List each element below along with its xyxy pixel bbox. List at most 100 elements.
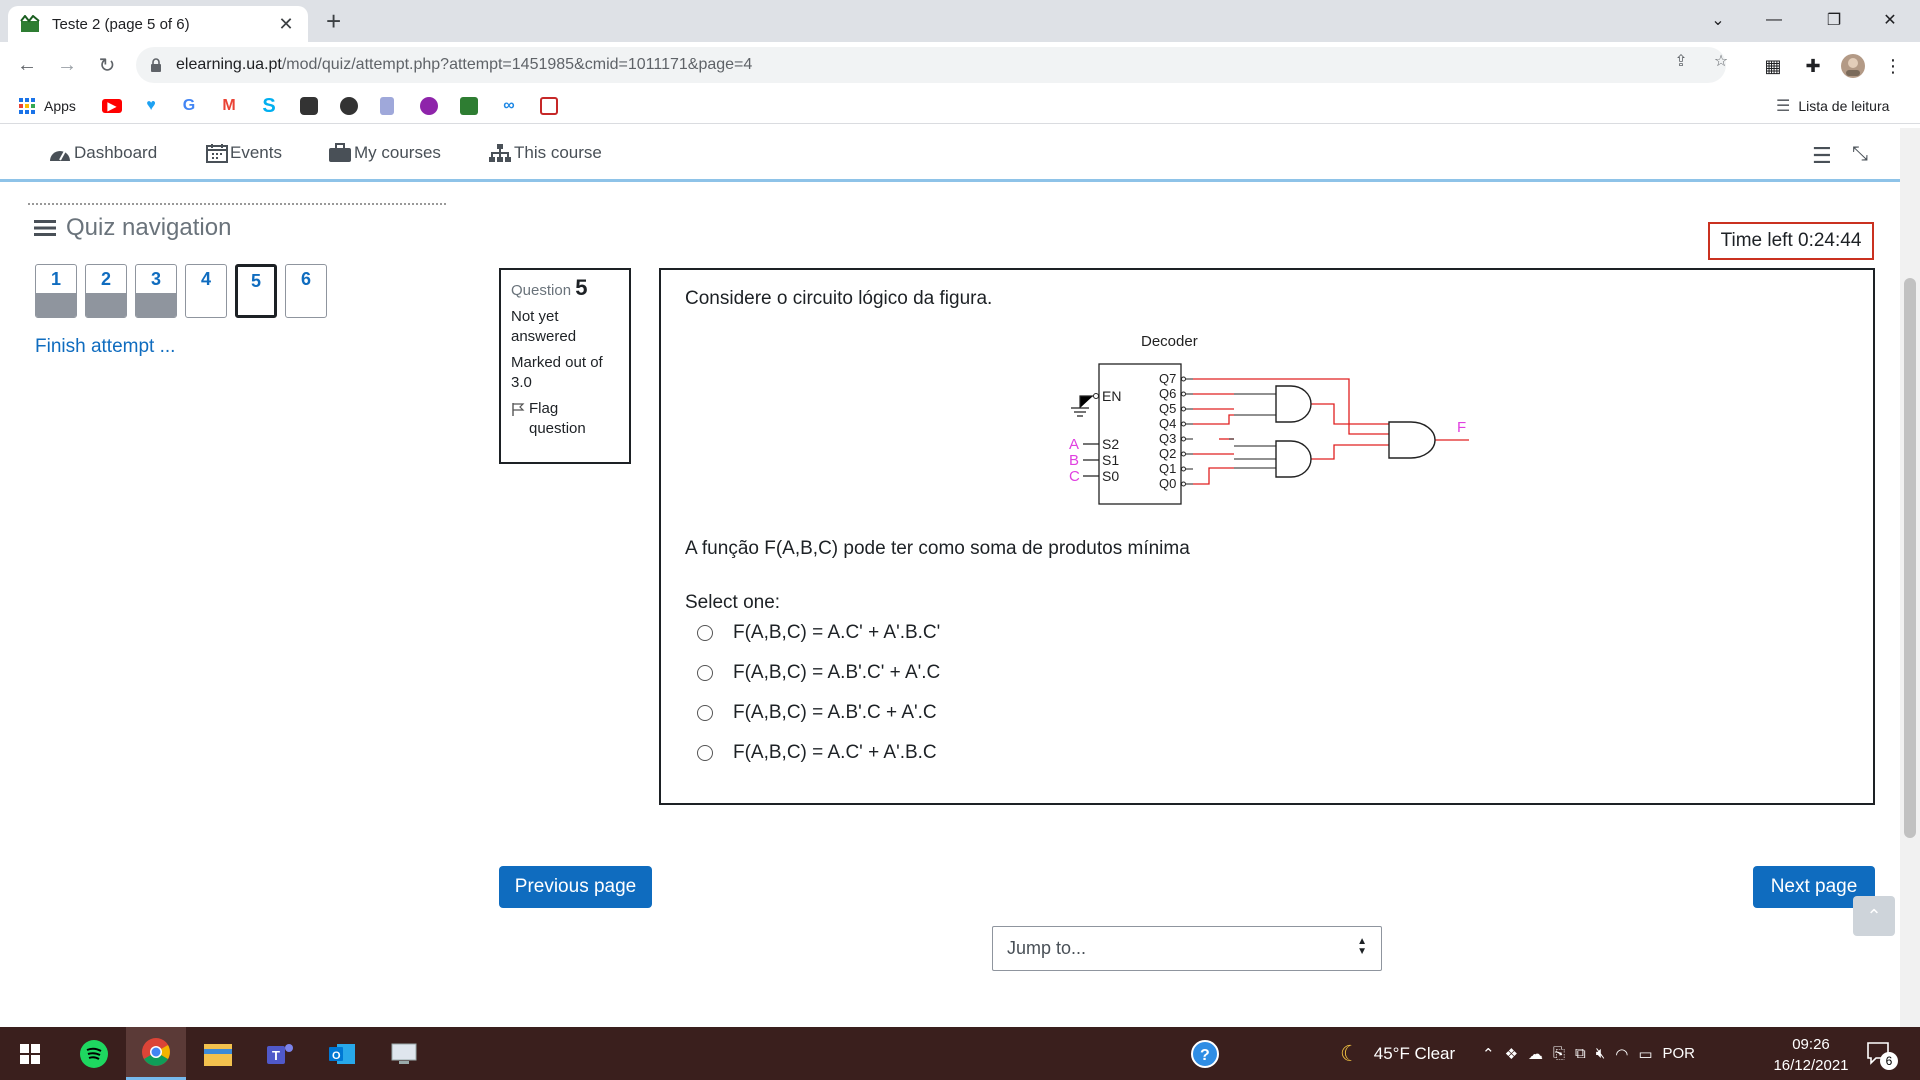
- bookmark-podcast[interactable]: [420, 96, 438, 116]
- monitor-icon: [391, 1043, 417, 1064]
- bookmark-skype[interactable]: S: [260, 95, 278, 117]
- cloud-icon[interactable]: ☁: [1528, 1045, 1543, 1063]
- help-icon[interactable]: ?: [1190, 1027, 1220, 1080]
- page-scrollbar[interactable]: [1900, 128, 1920, 1028]
- bookmark-colors[interactable]: [340, 96, 358, 116]
- chevron-up-icon: ⌃: [1866, 905, 1882, 926]
- nav-this-course[interactable]: This course: [488, 143, 602, 163]
- bot-icon: [300, 97, 318, 115]
- moodle-icon: [460, 97, 478, 115]
- browser-tab[interactable]: Teste 2 (page 5 of 6) ✕: [8, 6, 308, 42]
- profile-avatar[interactable]: [1840, 53, 1866, 79]
- taskbar-chrome[interactable]: [126, 1027, 186, 1080]
- bookmark-bot[interactable]: [300, 96, 318, 116]
- taskbar-teams[interactable]: T: [250, 1027, 310, 1080]
- quiz-nav-question-3[interactable]: 3: [135, 264, 177, 318]
- radio-button[interactable]: [697, 745, 713, 761]
- logic-circuit-diagram: Decoder EN A B C S2 S1 S0 Q7 Q6 Q5 Q4 Q3…: [1069, 333, 1469, 505]
- sitemap-icon: [489, 144, 511, 162]
- reload-icon[interactable]: ↻: [92, 50, 122, 80]
- device-icon[interactable]: ⎘: [1553, 1045, 1565, 1062]
- system-tray-icons[interactable]: ⌃ ❖ ☁ ⎘ ⧉ 🔇︎ ◠ ▭ POR: [1482, 1027, 1695, 1080]
- bookmark-calendar[interactable]: [540, 96, 558, 116]
- taskbar-outlook[interactable]: O: [312, 1027, 372, 1080]
- chevron-up-icon[interactable]: ⌃: [1482, 1045, 1495, 1063]
- language-indicator[interactable]: POR: [1663, 1045, 1696, 1062]
- nav-events-label: Events: [230, 143, 282, 162]
- weather-widget[interactable]: ☾ 45°F Clear: [1340, 1027, 1455, 1080]
- radio-button[interactable]: [697, 665, 713, 681]
- quiz-nav-question-2[interactable]: 2: [85, 264, 127, 318]
- dashboard-icon: [50, 150, 70, 161]
- bookmark-moodle[interactable]: [460, 96, 478, 116]
- answer-option-b[interactable]: F(A,B,C) = A.B'.C' + A'.C: [697, 662, 940, 684]
- tab-search-icon[interactable]: ⌄: [1690, 0, 1746, 40]
- clock[interactable]: 09:26 16/12/2021: [1766, 1034, 1856, 1076]
- forward-icon[interactable]: →: [52, 50, 82, 80]
- grid-extension-icon[interactable]: ▦: [1760, 53, 1786, 79]
- bookmark-doc[interactable]: [380, 96, 394, 116]
- taskbar-file-explorer[interactable]: [188, 1027, 248, 1080]
- svg-text:T: T: [272, 1048, 280, 1063]
- dropbox-icon[interactable]: ❖: [1505, 1045, 1518, 1063]
- bookmark-star-icon[interactable]: ☆: [1710, 50, 1732, 72]
- finish-attempt-link[interactable]: Finish attempt ...: [35, 336, 175, 358]
- restore-button[interactable]: ❐: [1806, 0, 1862, 40]
- address-bar[interactable]: elearning.ua.pt/mod/quiz/attempt.php?att…: [136, 47, 1726, 83]
- battery-icon[interactable]: ▭: [1638, 1045, 1652, 1063]
- radio-button[interactable]: [697, 625, 713, 641]
- bookmark-apps[interactable]: Apps: [18, 96, 76, 116]
- new-tab-button[interactable]: +: [326, 6, 341, 36]
- notification-center[interactable]: 6: [1866, 1027, 1898, 1080]
- bookmark-swirl[interactable]: ∞: [500, 96, 518, 116]
- clock-time: 09:26: [1792, 1036, 1830, 1053]
- share-icon[interactable]: ⇪: [1670, 50, 1692, 72]
- collapse-icon[interactable]: ⤡: [1852, 143, 1868, 166]
- quiz-nav-question-4[interactable]: 4: [185, 264, 227, 318]
- close-window-button[interactable]: ✕: [1862, 0, 1918, 40]
- quiz-nav-question-5[interactable]: 5: [235, 264, 277, 318]
- back-icon[interactable]: ←: [12, 50, 42, 80]
- question-prompt: A função F(A,B,C) pode ter como soma de …: [685, 538, 1190, 559]
- nav-dashboard[interactable]: Dashboard: [48, 143, 157, 163]
- question-number: 1: [50, 269, 61, 289]
- nav-my-courses[interactable]: My courses: [328, 143, 441, 163]
- answer-option-c[interactable]: F(A,B,C) = A.B'.C + A'.C: [697, 702, 937, 724]
- wifi-icon[interactable]: ◠: [1615, 1045, 1628, 1063]
- back-to-top-button[interactable]: ⌃: [1853, 896, 1895, 936]
- mute-speaker-icon[interactable]: 🔇︎: [1596, 1045, 1605, 1062]
- nav-events[interactable]: Events: [206, 143, 282, 163]
- bookmark-gmail[interactable]: M: [220, 96, 238, 116]
- scrollbar-thumb[interactable]: [1904, 278, 1916, 838]
- question-marks: Marked out of 3.0: [511, 354, 603, 391]
- answer-option-d[interactable]: F(A,B,C) = A.C' + A'.B.C: [697, 742, 937, 764]
- bookmark-twitter[interactable]: ♥: [142, 96, 160, 116]
- answer-option-a[interactable]: F(A,B,C) = A.C' + A'.B.C': [697, 622, 940, 644]
- flag-icon: [512, 403, 525, 416]
- bookmark-youtube[interactable]: ▶: [102, 96, 122, 116]
- moodle-navbar: Dashboard Events My courses This course …: [0, 128, 1900, 182]
- close-tab-icon[interactable]: ✕: [276, 14, 296, 35]
- jump-to-select[interactable]: Jump to... ▲ ▼: [992, 926, 1382, 971]
- display-icon[interactable]: ⧉: [1575, 1045, 1586, 1062]
- start-button[interactable]: [0, 1027, 60, 1080]
- menu-kebab-icon[interactable]: ⋮: [1880, 53, 1906, 79]
- taskbar-spotify[interactable]: [64, 1027, 124, 1080]
- toggle-drawer-icon[interactable]: ☰: [1812, 143, 1832, 169]
- previous-page-button[interactable]: Previous page: [499, 866, 652, 908]
- quiz-nav-question-1[interactable]: 1: [35, 264, 77, 318]
- and-gate-bottom: [1275, 440, 1312, 478]
- url-path: /mod/quiz/attempt.php?attempt=1451985&cm…: [281, 56, 753, 73]
- taskbar-app[interactable]: [374, 1027, 434, 1080]
- radio-button[interactable]: [697, 705, 713, 721]
- flag-question[interactable]: Flag question: [511, 399, 619, 439]
- reading-list[interactable]: ☰ Lista de leitura: [1776, 96, 1889, 116]
- minimize-button[interactable]: —: [1746, 0, 1802, 40]
- google-icon: G: [182, 97, 196, 114]
- quiz-nav-question-6[interactable]: 6: [285, 264, 327, 318]
- extensions-puzzle-icon[interactable]: ✚: [1800, 53, 1826, 79]
- question-number: 5: [575, 275, 588, 300]
- select-s0-label: S0: [1102, 468, 1119, 484]
- answer-option-text: F(A,B,C) = A.B'.C + A'.C: [733, 702, 937, 723]
- bookmark-google[interactable]: G: [180, 96, 198, 116]
